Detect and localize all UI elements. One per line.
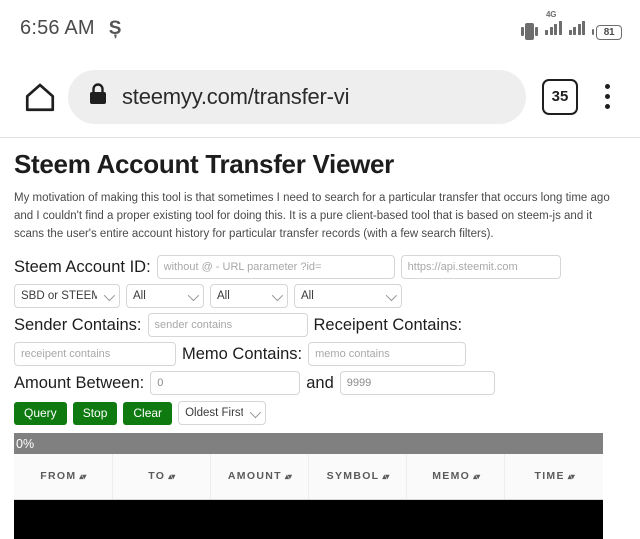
sort-arrows-icon[interactable]: ▴▾ xyxy=(79,472,86,481)
symbol-select-wrap: SBD or STEEM xyxy=(14,284,120,309)
url-text: steemyy.com/transfer-vi xyxy=(122,83,350,109)
vibrate-icon xyxy=(521,22,538,40)
amount-max-input[interactable] xyxy=(339,371,495,396)
column-header-amount[interactable]: AMOUNT ▴▾ xyxy=(210,454,309,501)
column-label: SYMBOL xyxy=(326,470,380,483)
memo-contains-label: Memo Contains: xyxy=(182,344,303,363)
results-table: FROM ▴▾ TO ▴▾ AMOUNT ▴▾ SYMBOL ▴▾ MEMO ▴▾ xyxy=(14,454,603,501)
symbol-select[interactable]: SBD or STEEM xyxy=(14,284,120,309)
account-id-label: Steem Account ID: xyxy=(14,257,151,276)
address-bar[interactable]: steemyy.com/transfer-vi xyxy=(68,69,526,124)
amount-between-label: Amount Between: xyxy=(14,373,145,392)
amount-and-label: and xyxy=(306,373,334,392)
recipient-contains-input[interactable] xyxy=(14,342,176,367)
overflow-menu-icon[interactable] xyxy=(590,75,624,119)
account-id-row: Steem Account ID: xyxy=(14,255,626,280)
status-bar: 6:56 AM Ș 4G 81 xyxy=(0,0,640,56)
steem-icon: Ș xyxy=(108,17,122,39)
home-icon[interactable] xyxy=(16,73,64,121)
column-label: MEMO xyxy=(432,470,471,483)
recipient-contains-label: Receipent Contains: xyxy=(313,315,463,334)
lock-icon xyxy=(88,82,108,111)
recipient-memo-row: Memo Contains: xyxy=(14,342,626,367)
query-button[interactable]: Query xyxy=(14,401,67,425)
filters-select-row: SBD or STEEM All All All xyxy=(14,284,626,309)
column-label: TIME xyxy=(534,470,565,483)
status-bar-left: 6:56 AM Ș xyxy=(20,17,121,40)
sort-arrows-icon[interactable]: ▴▾ xyxy=(473,472,480,481)
column-label: FROM xyxy=(40,470,77,483)
signal-icon-4g: 4G xyxy=(545,10,562,40)
sort-arrows-icon[interactable]: ▴▾ xyxy=(285,472,292,481)
action-buttons-row: Query Stop Clear Oldest First xyxy=(14,401,626,426)
page-title: Steem Account Transfer Viewer xyxy=(14,149,395,179)
sort-order-select[interactable]: Oldest First xyxy=(178,401,267,426)
phone-screen: 6:56 AM Ș 4G 81 steemyy.com/transfer-vi… xyxy=(0,0,640,539)
progress-bar: 0% xyxy=(14,433,603,455)
table-header-row: FROM ▴▾ TO ▴▾ AMOUNT ▴▾ SYMBOL ▴▾ MEMO ▴▾ xyxy=(14,454,603,501)
sender-contains-label: Sender Contains: xyxy=(14,315,142,334)
filter-a-select-wrap: All xyxy=(126,284,204,309)
clear-button[interactable]: Clear xyxy=(123,401,173,425)
browser-toolbar: steemyy.com/transfer-vi 35 xyxy=(0,56,640,138)
sort-arrows-icon[interactable]: ▴▾ xyxy=(568,472,575,481)
filter-c-select-wrap: All xyxy=(294,284,402,309)
column-label: AMOUNT xyxy=(227,470,282,483)
amount-row: Amount Between: and xyxy=(14,371,626,396)
progress-percent-label: 0% xyxy=(16,436,35,451)
sender-contains-input[interactable] xyxy=(147,313,308,338)
column-header-to[interactable]: TO ▴▾ xyxy=(112,454,211,501)
api-node-input[interactable] xyxy=(400,255,561,280)
memo-contains-input[interactable] xyxy=(308,342,467,367)
sort-order-select-wrap: Oldest First xyxy=(178,401,267,426)
sender-row: Sender Contains: Receipent Contains: xyxy=(14,313,626,338)
sort-arrows-icon[interactable]: ▴▾ xyxy=(382,472,389,481)
signal-icon xyxy=(568,17,585,40)
empty-results-area xyxy=(14,500,603,539)
amount-min-input[interactable] xyxy=(150,371,301,396)
sort-arrows-icon[interactable]: ▴▾ xyxy=(168,472,175,481)
filter-b-select-wrap: All xyxy=(210,284,288,309)
status-bar-right: 4G 81 xyxy=(521,10,622,40)
column-header-time[interactable]: TIME ▴▾ xyxy=(504,454,603,501)
column-label: TO xyxy=(148,470,166,483)
page-intro-text: My motivation of making this tool is tha… xyxy=(14,191,610,240)
column-header-symbol[interactable]: SYMBOL ▴▾ xyxy=(308,454,408,501)
status-bar-clock: 6:56 AM xyxy=(20,16,95,39)
stop-button[interactable]: Stop xyxy=(72,401,118,425)
web-page-content: Steem Account Transfer Viewer My motivat… xyxy=(0,138,640,539)
tab-counter-button[interactable]: 35 xyxy=(542,78,578,115)
filter-b-select[interactable]: All xyxy=(210,284,288,309)
account-id-input[interactable] xyxy=(156,255,395,280)
filter-a-select[interactable]: All xyxy=(126,284,204,309)
column-header-from[interactable]: FROM ▴▾ xyxy=(14,454,113,501)
battery-icon: 81 xyxy=(592,24,622,40)
column-header-memo[interactable]: MEMO ▴▾ xyxy=(406,454,506,501)
filter-c-select[interactable]: All xyxy=(294,284,402,309)
battery-level-label: 81 xyxy=(603,26,615,38)
